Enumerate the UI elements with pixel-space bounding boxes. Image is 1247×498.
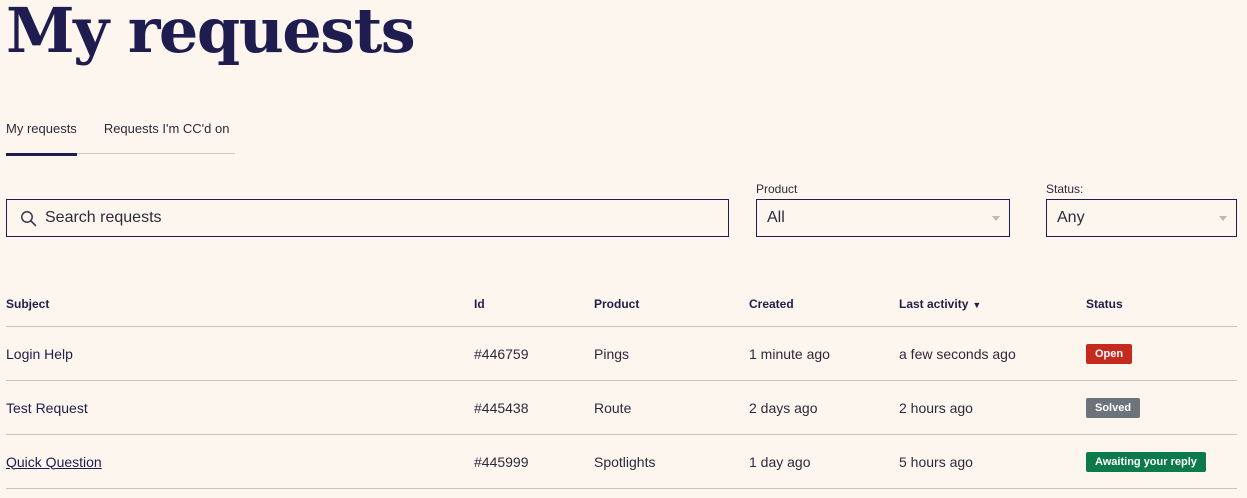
request-id: #446759 (474, 326, 594, 381)
chevron-down-icon (992, 215, 1000, 221)
product-filter-label: Product (756, 182, 798, 196)
status-badge: Solved (1086, 397, 1141, 418)
request-subject[interactable]: Login Help (6, 326, 474, 381)
request-product: Pings (594, 326, 749, 381)
request-status-cell: Awaiting your reply (1086, 434, 1237, 489)
request-id: #445438 (474, 380, 594, 435)
status-filter-label: Status: (1046, 182, 1084, 196)
request-last-activity: a few seconds ago (899, 326, 1086, 381)
request-subject-link: Quick Question (6, 434, 474, 489)
request-status-cell: Solved (1086, 380, 1237, 435)
product-select-value: All (767, 209, 785, 226)
column-header-subject[interactable]: Subject (6, 281, 474, 327)
chevron-down-icon (1219, 215, 1227, 221)
status-badge: Open (1086, 343, 1133, 364)
status-badge: Awaiting your reply (1086, 451, 1206, 472)
requests-table: Subject Id Product Created Last activity… (6, 281, 1237, 489)
status-select-value: Any (1057, 209, 1085, 226)
status-select[interactable]: Any (1046, 199, 1237, 237)
request-last-activity: 2 hours ago (899, 380, 1086, 435)
request-last-activity: 5 hours ago (899, 434, 1086, 489)
search-input[interactable] (43, 208, 687, 228)
column-header-id[interactable]: Id (474, 281, 594, 327)
tab-requests-cc[interactable]: Requests I'm CC'd on (104, 110, 230, 153)
table-row[interactable]: Test Request #445438 Route 2 days ago 2 … (6, 380, 1237, 435)
request-tabs: My requests Requests I'm CC'd on (6, 110, 235, 156)
request-status-cell: Open (1086, 326, 1237, 381)
table-row[interactable]: Login Help #446759 Pings 1 minute ago a … (6, 326, 1237, 381)
product-select[interactable]: All (756, 199, 1010, 237)
search-box (6, 199, 729, 237)
table-row[interactable]: Quick Question #445999 Spotlights 1 day … (6, 434, 1237, 489)
request-created: 1 minute ago (749, 326, 899, 381)
sort-desc-icon: ▼ (972, 299, 982, 310)
tab-my-requests[interactable]: My requests (6, 110, 77, 156)
column-header-status[interactable]: Status (1086, 281, 1237, 327)
request-product: Route (594, 380, 749, 435)
column-header-created[interactable]: Created (749, 281, 899, 327)
request-subject[interactable]: Test Request (6, 380, 474, 435)
request-created: 1 day ago (749, 434, 899, 489)
table-header-row: Subject Id Product Created Last activity… (6, 281, 1237, 327)
column-header-last-activity[interactable]: Last activity ▼ (899, 281, 1086, 327)
column-header-product[interactable]: Product (594, 281, 749, 327)
search-icon (21, 210, 37, 226)
request-created: 2 days ago (749, 380, 899, 435)
request-subject[interactable]: Quick Question (6, 454, 102, 470)
request-product: Spotlights (594, 434, 749, 489)
page-title: My requests (6, 0, 416, 67)
request-id: #445999 (474, 434, 594, 489)
column-header-last-activity-label: Last activity (899, 296, 969, 311)
